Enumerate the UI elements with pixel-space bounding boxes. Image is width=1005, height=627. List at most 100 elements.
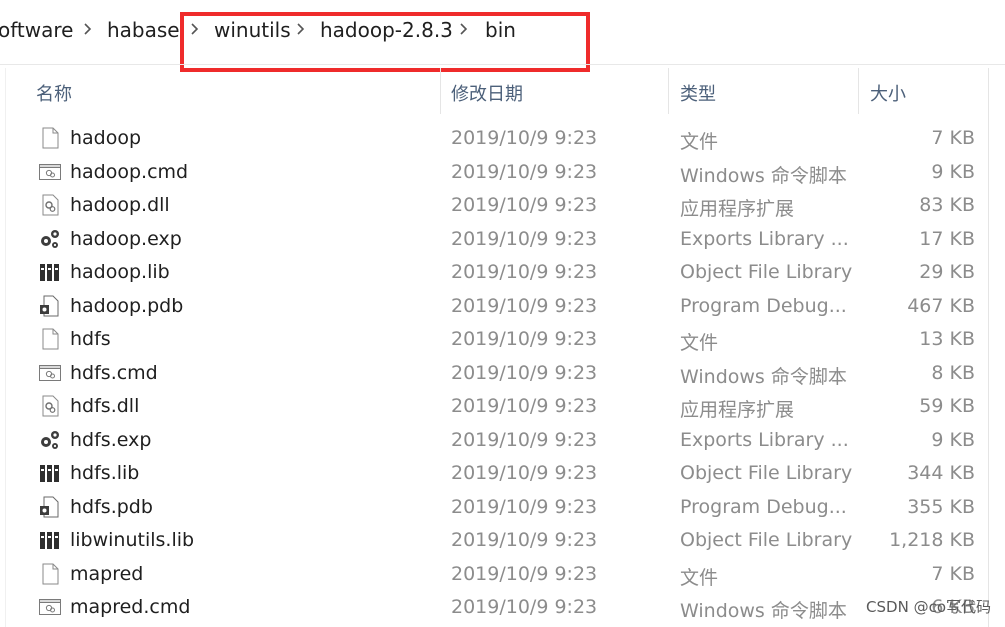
file-name: hadoop.lib	[70, 261, 170, 283]
file-size: 17 KB	[919, 227, 975, 250]
red-highlight-box	[180, 12, 590, 72]
file-name: hadoop.cmd	[70, 160, 189, 183]
cmd-script-icon	[38, 160, 62, 184]
column-divider[interactable]	[668, 68, 669, 114]
file-row[interactable]: hadoop.exp 2019/10/9 9:23 Exports Library …	[0, 223, 1005, 257]
file-type: Windows 命令脚本	[680, 164, 847, 187]
column-header-size[interactable]: 大小	[870, 80, 906, 106]
file-row[interactable]: hdfs.lib 2019/10/9 9:23 Object File Librar…	[0, 457, 1005, 491]
file-row[interactable]: hadoop.lib 2019/10/9 9:23 Object File Libr…	[0, 256, 1005, 290]
file-type: 文件	[680, 332, 719, 354]
file-date: 2019/10/9 9:23	[451, 328, 598, 350]
file-size: 467 KB	[907, 294, 975, 317]
file-date: 2019/10/9 9:23	[451, 227, 598, 250]
cmd-script-icon	[38, 595, 62, 619]
file-date: 2019/10/9 9:23	[451, 261, 598, 283]
file-type: Object File Library	[680, 529, 853, 551]
file-type: Windows 命令脚本	[680, 600, 847, 622]
column-divider[interactable]	[858, 68, 859, 114]
file-type: 文件	[680, 131, 719, 153]
file-name: mapred	[70, 562, 144, 585]
file-row[interactable]: hdfs.cmd 2019/10/9 9:23 Windows 命令脚本 8 KB	[0, 357, 1005, 391]
file-list: hadoop 2019/10/9 9:23 文件 7 KB hadoop.cmd 2019…	[0, 122, 1005, 625]
divider	[0, 64, 1005, 65]
file-date: 2019/10/9 9:23	[451, 160, 598, 183]
library-books-icon	[38, 260, 62, 284]
file-size: 59 KB	[919, 395, 975, 417]
file-date: 2019/10/9 9:23	[451, 562, 598, 585]
file-date: 2019/10/9 9:23	[451, 395, 598, 417]
address-bar[interactable]: oftware habase winutils hadoop-2.8.3 bin	[0, 0, 1005, 72]
file-row[interactable]: hdfs.pdb 2019/10/9 9:23 Program Debug... 35…	[0, 491, 1005, 525]
file-type: Windows 命令脚本	[680, 365, 847, 388]
file-date: 2019/10/9 9:23	[451, 294, 598, 317]
file-size: 8 KB	[931, 361, 975, 384]
file-type: Program Debug...	[680, 495, 847, 518]
file-size: 9 KB	[931, 428, 975, 451]
file-type: Program Debug...	[680, 294, 847, 317]
file-size: 29 KB	[919, 261, 975, 283]
column-header-name[interactable]: 名称	[36, 80, 72, 106]
file-type: Exports Library ...	[680, 428, 849, 451]
file-date: 2019/10/9 9:23	[451, 495, 598, 518]
file-type: 应用程序扩展	[680, 198, 795, 220]
file-date: 2019/10/9 9:23	[451, 462, 598, 484]
file-name: mapred.cmd	[70, 596, 191, 618]
file-size: 1,218 KB	[889, 529, 975, 551]
column-header-type[interactable]: 类型	[680, 80, 716, 106]
dll-gear-icon	[38, 193, 62, 217]
file-type: 文件	[680, 566, 719, 589]
chevron-right-icon[interactable]	[83, 20, 93, 38]
cmd-script-icon	[38, 361, 62, 385]
file-row[interactable]: hadoop.cmd 2019/10/9 9:23 Windows 命令脚本 9 KB	[0, 156, 1005, 190]
file-name: hdfs.dll	[70, 395, 140, 417]
file-size: 83 KB	[919, 194, 975, 216]
file-row[interactable]: hadoop 2019/10/9 9:23 文件 7 KB	[0, 122, 1005, 156]
watermark: CSDN @co写代码	[866, 598, 991, 616]
file-row[interactable]: mapred.cmd 2019/10/9 9:23 Windows 命令脚本 6 KB	[0, 591, 1005, 625]
file-row[interactable]: hdfs.dll 2019/10/9 9:23 应用程序扩展 59 KB	[0, 390, 1005, 424]
file-row[interactable]: hdfs.exp 2019/10/9 9:23 Exports Library ..…	[0, 424, 1005, 458]
pdb-debug-icon	[38, 495, 62, 519]
file-name: hdfs.exp	[70, 428, 152, 451]
file-name: hadoop.pdb	[70, 294, 184, 317]
file-name: hadoop.exp	[70, 227, 182, 250]
column-divider[interactable]	[440, 68, 441, 114]
file-size: 13 KB	[919, 328, 975, 350]
column-header-date[interactable]: 修改日期	[451, 80, 523, 106]
file-name: hadoop	[70, 127, 142, 149]
file-size: 9 KB	[931, 160, 975, 183]
column-header-row: 名称 修改日期 类型 大小	[0, 68, 1005, 114]
file-row[interactable]: hadoop.pdb 2019/10/9 9:23 Program Debug...…	[0, 290, 1005, 324]
file-date: 2019/10/9 9:23	[451, 194, 598, 216]
file-size: 7 KB	[931, 127, 975, 149]
exp-gears-icon	[38, 227, 62, 251]
file-name: hdfs.pdb	[70, 495, 153, 518]
file-type: Object File Library	[680, 261, 853, 283]
file-type: 应用程序扩展	[680, 399, 795, 421]
blank-file-icon	[38, 126, 62, 150]
file-name: hdfs.cmd	[70, 361, 158, 384]
file-row[interactable]: hadoop.dll 2019/10/9 9:23 应用程序扩展 83 KB	[0, 189, 1005, 223]
file-date: 2019/10/9 9:23	[451, 127, 598, 149]
file-date: 2019/10/9 9:23	[451, 361, 598, 384]
pdb-debug-icon	[38, 294, 62, 318]
file-size: 344 KB	[907, 462, 975, 484]
breadcrumb-item-habase[interactable]: habase	[107, 18, 180, 42]
file-row[interactable]: mapred 2019/10/9 9:23 文件 7 KB	[0, 558, 1005, 592]
blank-file-icon	[38, 562, 62, 586]
blank-file-icon	[38, 327, 62, 351]
exp-gears-icon	[38, 428, 62, 452]
file-name: hadoop.dll	[70, 194, 170, 216]
file-row[interactable]: hdfs 2019/10/9 9:23 文件 13 KB	[0, 323, 1005, 357]
library-books-icon	[38, 461, 62, 485]
file-name: hdfs.lib	[70, 462, 140, 484]
file-date: 2019/10/9 9:23	[451, 428, 598, 451]
file-size: 355 KB	[907, 495, 975, 518]
file-name: hdfs	[70, 328, 111, 350]
breadcrumb-item-software[interactable]: oftware	[0, 18, 73, 42]
file-type: Object File Library	[680, 462, 853, 484]
file-row[interactable]: libwinutils.lib 2019/10/9 9:23 Object File…	[0, 524, 1005, 558]
file-date: 2019/10/9 9:23	[451, 529, 598, 551]
file-type: Exports Library ...	[680, 227, 849, 250]
